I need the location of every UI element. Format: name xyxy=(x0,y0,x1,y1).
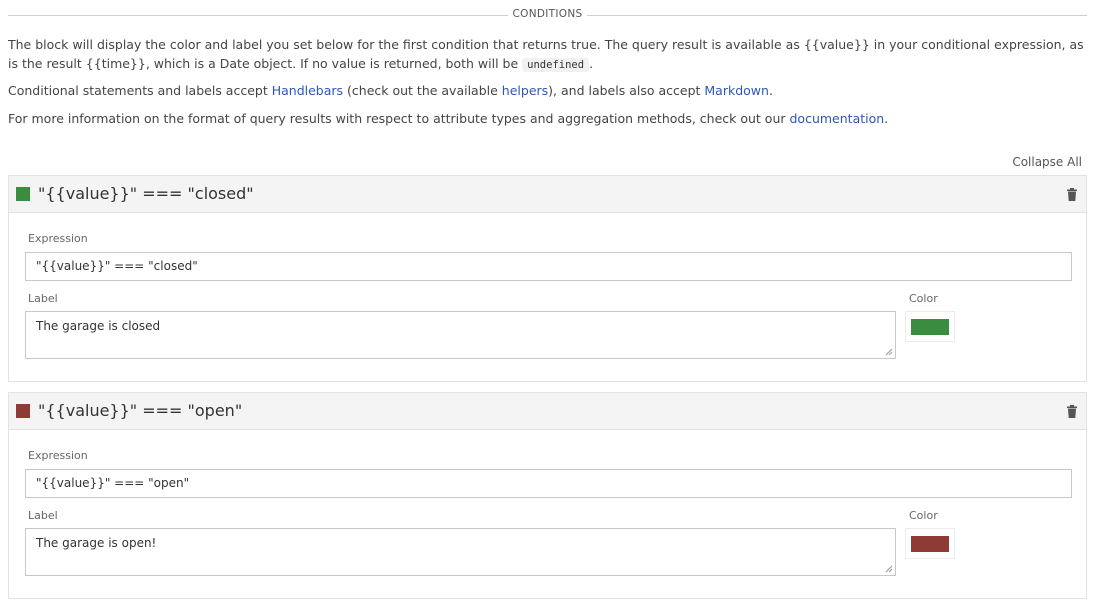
section-title: CONDITIONS xyxy=(512,8,583,20)
color-picker-button[interactable] xyxy=(905,528,955,559)
label-text: The garage is open! xyxy=(36,536,157,550)
expression-label: Expression xyxy=(28,449,88,462)
condition-card: "{{value}}" === "closed" Expression "{{v… xyxy=(8,175,1087,382)
condition-header[interactable]: "{{value}}" === "open" xyxy=(9,393,1086,430)
label-textarea[interactable]: The garage is open! xyxy=(25,528,896,576)
color-label: Color xyxy=(909,509,938,522)
intro-text: . xyxy=(768,83,773,98)
expression-input[interactable]: "{{value}}" === "closed" xyxy=(25,252,1072,281)
intro-text: (check out the available xyxy=(343,83,502,98)
intro-text: For more information on the format of qu… xyxy=(8,111,790,126)
intro-text: . xyxy=(884,111,889,126)
resize-grip-icon[interactable] xyxy=(885,348,893,356)
label-field-label: Label xyxy=(28,292,58,305)
condition-title: "{{value}}" === "open" xyxy=(38,401,243,420)
handlebars-link[interactable]: Handlebars xyxy=(272,83,343,98)
color-picker-button[interactable] xyxy=(905,311,955,342)
expression-input[interactable]: "{{value}}" === "open" xyxy=(25,469,1072,498)
label-field-label: Label xyxy=(28,509,58,522)
condition-header[interactable]: "{{value}}" === "closed" xyxy=(9,176,1086,213)
color-picker-fill xyxy=(911,536,949,552)
condition-title: "{{value}}" === "closed" xyxy=(38,184,254,203)
resize-grip-icon[interactable] xyxy=(885,565,893,573)
expression-label: Expression xyxy=(28,232,88,245)
color-label: Color xyxy=(909,292,938,305)
documentation-link[interactable]: documentation xyxy=(790,111,885,126)
helpers-link[interactable]: helpers xyxy=(502,83,548,98)
condition-color-swatch xyxy=(16,187,30,201)
intro-text: . xyxy=(589,56,594,71)
trash-icon[interactable] xyxy=(1066,188,1078,201)
label-textarea[interactable]: The garage is closed xyxy=(25,311,896,359)
color-picker-fill xyxy=(911,319,949,335)
collapse-all-button[interactable]: Collapse All xyxy=(1012,155,1082,169)
intro-text: Conditional statements and labels accept xyxy=(8,83,272,98)
condition-color-swatch xyxy=(16,404,30,418)
intro-paragraph-2: Conditional statements and labels accept… xyxy=(8,81,1090,100)
section-divider: CONDITIONS xyxy=(8,6,1087,26)
undefined-code: undefined xyxy=(522,58,590,72)
markdown-link[interactable]: Markdown xyxy=(704,83,769,98)
condition-card: "{{value}}" === "open" Expression "{{val… xyxy=(8,392,1087,599)
label-text: The garage is closed xyxy=(36,319,161,333)
intro-text: ), and labels also accept xyxy=(548,83,705,98)
intro-paragraph-3: For more information on the format of qu… xyxy=(8,109,1090,128)
trash-icon[interactable] xyxy=(1066,405,1078,418)
divider-line-right xyxy=(587,15,1087,16)
intro-paragraph-1: The block will display the color and lab… xyxy=(8,35,1090,75)
